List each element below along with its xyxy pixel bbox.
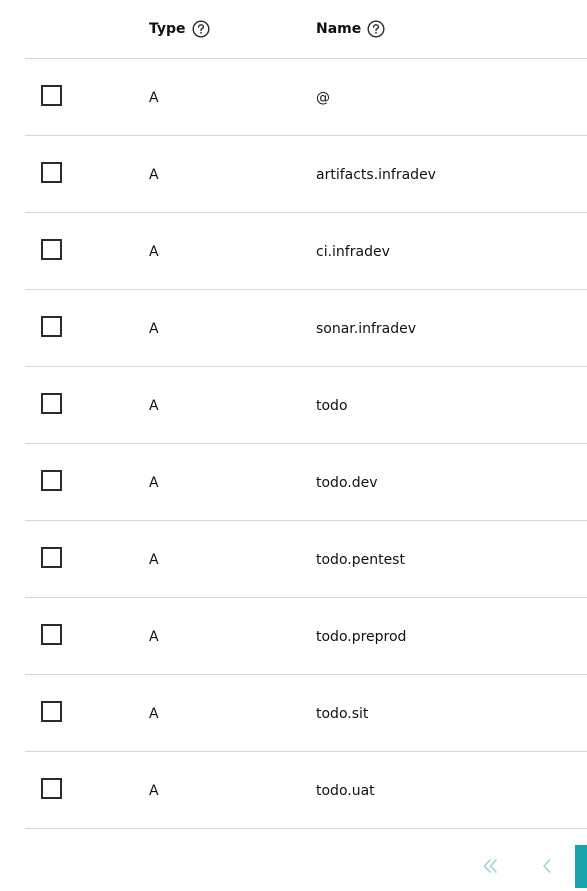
record-name-cell: todo.preprod <box>316 629 407 645</box>
record-name-cell: ci.infradev <box>316 244 390 260</box>
table-row: A todo.uat <box>25 752 587 829</box>
row-select-checkbox[interactable] <box>41 393 62 414</box>
record-type-cell: A <box>149 629 159 645</box>
pagination <box>0 845 587 891</box>
row-select-checkbox[interactable] <box>41 162 62 183</box>
row-select-checkbox[interactable] <box>41 470 62 491</box>
type-help-icon[interactable] <box>192 20 210 38</box>
table-row: A todo.dev <box>25 444 587 521</box>
row-select-checkbox[interactable] <box>41 624 62 645</box>
record-type-cell: A <box>149 706 159 722</box>
row-select-checkbox[interactable] <box>41 316 62 337</box>
first-page-button[interactable] <box>477 853 503 879</box>
double-chevron-left-icon <box>483 859 497 873</box>
name-column-header: Name <box>316 20 385 38</box>
record-type-cell: A <box>149 398 159 414</box>
record-name-cell: artifacts.infradev <box>316 167 436 183</box>
record-name-cell: @ <box>316 90 330 106</box>
record-name-cell: sonar.infradev <box>316 321 417 337</box>
name-header-label: Name <box>316 21 362 37</box>
table-row: A todo.pentest <box>25 521 587 598</box>
row-select-checkbox[interactable] <box>41 778 62 799</box>
table-row: A ci.infradev <box>25 213 587 290</box>
record-type-cell: A <box>149 475 159 491</box>
record-name-cell: todo.sit <box>316 706 369 722</box>
name-help-icon[interactable] <box>367 20 385 38</box>
table-row: A todo.sit <box>25 675 587 752</box>
type-header-label: Type <box>149 21 186 37</box>
record-name-cell: todo <box>316 398 348 414</box>
record-name-cell: todo.pentest <box>316 552 405 568</box>
record-type-cell: A <box>149 244 159 260</box>
row-select-checkbox[interactable] <box>41 547 62 568</box>
record-name-cell: todo.dev <box>316 475 378 491</box>
table-row: A todo.preprod <box>25 598 587 675</box>
current-page-button[interactable] <box>575 845 587 888</box>
table-header-row: Type Name <box>25 0 587 59</box>
dns-records-page: Type Name A @ A artifacts.infradev A ci.… <box>0 0 587 891</box>
record-type-cell: A <box>149 552 159 568</box>
record-name-cell: todo.uat <box>316 783 375 799</box>
record-type-cell: A <box>149 167 159 183</box>
dns-records-table: Type Name A @ A artifacts.infradev A ci.… <box>25 0 587 829</box>
record-type-cell: A <box>149 321 159 337</box>
record-type-cell: A <box>149 783 159 799</box>
record-type-cell: A <box>149 90 159 106</box>
row-select-checkbox[interactable] <box>41 701 62 722</box>
table-row: A @ <box>25 59 587 136</box>
previous-page-button[interactable] <box>534 853 560 879</box>
table-row: A todo <box>25 367 587 444</box>
table-row: A artifacts.infradev <box>25 136 587 213</box>
row-select-checkbox[interactable] <box>41 85 62 106</box>
table-row: A sonar.infradev <box>25 290 587 367</box>
type-column-header: Type <box>149 20 210 38</box>
row-select-checkbox[interactable] <box>41 239 62 260</box>
chevron-left-icon <box>543 859 551 873</box>
